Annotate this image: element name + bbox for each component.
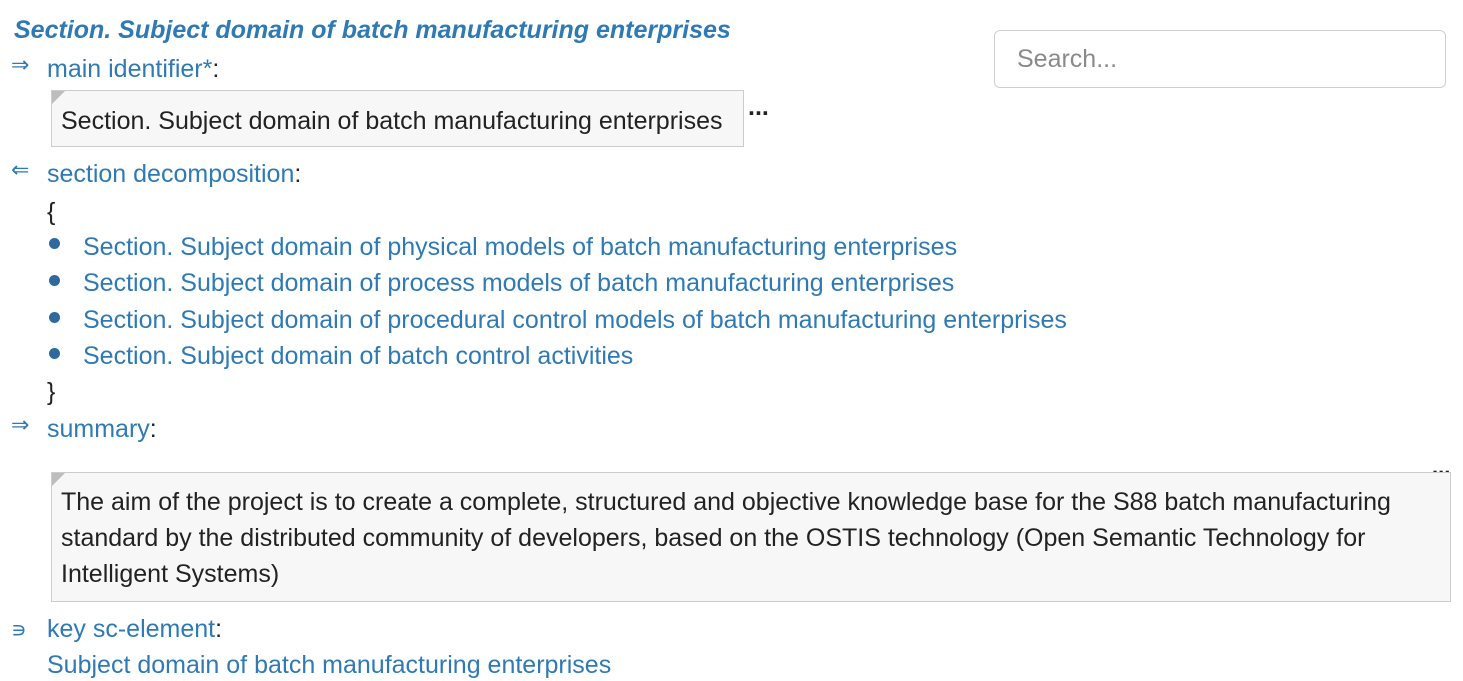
relation-colon: :: [149, 415, 157, 443]
summary-text: The aim of the project is to create a co…: [61, 488, 1391, 588]
close-brace: }: [47, 378, 56, 406]
summary-text-box: The aim of the project is to create a co…: [51, 472, 1451, 602]
main-identifier-link[interactable]: main identifier*: [47, 55, 212, 83]
key-sc-element-value-link[interactable]: Subject domain of batch manufacturing en…: [47, 651, 611, 680]
bullet-icon: [49, 275, 60, 286]
decomposition-item[interactable]: Section. Subject domain of procedural co…: [83, 306, 1067, 335]
left-double-arrow-icon: ⇐: [11, 157, 30, 182]
section-decomposition-link[interactable]: section decomposition: [47, 160, 294, 188]
relation-section-decomposition: section decomposition:: [47, 160, 301, 189]
main-identifier-value-box: Section. Subject domain of batch manufac…: [51, 90, 744, 147]
bullet-icon: [49, 348, 60, 359]
relation-colon: :: [215, 615, 223, 643]
main-identifier-value: Section. Subject domain of batch manufac…: [61, 107, 723, 135]
bullet-icon: [49, 238, 60, 249]
relation-summary: summary:: [47, 415, 157, 444]
corner-marker: [52, 91, 65, 104]
decomposition-item[interactable]: Section. Subject domain of batch control…: [83, 342, 633, 371]
more-options-button[interactable]: ...: [748, 93, 769, 122]
open-brace: {: [47, 198, 56, 226]
right-double-arrow-icon: ⇒: [11, 412, 30, 437]
decomposition-item[interactable]: Section. Subject domain of process model…: [83, 269, 954, 298]
key-sc-element-link[interactable]: key sc-element: [47, 615, 215, 643]
relation-key-sc-element: key sc-element:: [47, 615, 222, 644]
contains-as-member-icon: ∍: [11, 617, 27, 642]
relation-main-identifier: main identifier*:: [47, 55, 219, 84]
summary-link[interactable]: summary: [47, 415, 150, 443]
decomposition-item[interactable]: Section. Subject domain of physical mode…: [83, 233, 957, 262]
relation-colon: :: [294, 160, 302, 188]
page-title[interactable]: Section. Subject domain of batch manufac…: [14, 16, 731, 45]
search-input[interactable]: [994, 30, 1446, 88]
corner-marker: [52, 473, 65, 486]
relation-colon: :: [212, 55, 220, 83]
knowledge-base-page: Section. Subject domain of batch manufac…: [0, 0, 1463, 681]
bullet-icon: [49, 312, 60, 323]
right-double-arrow-icon: ⇒: [11, 52, 30, 77]
